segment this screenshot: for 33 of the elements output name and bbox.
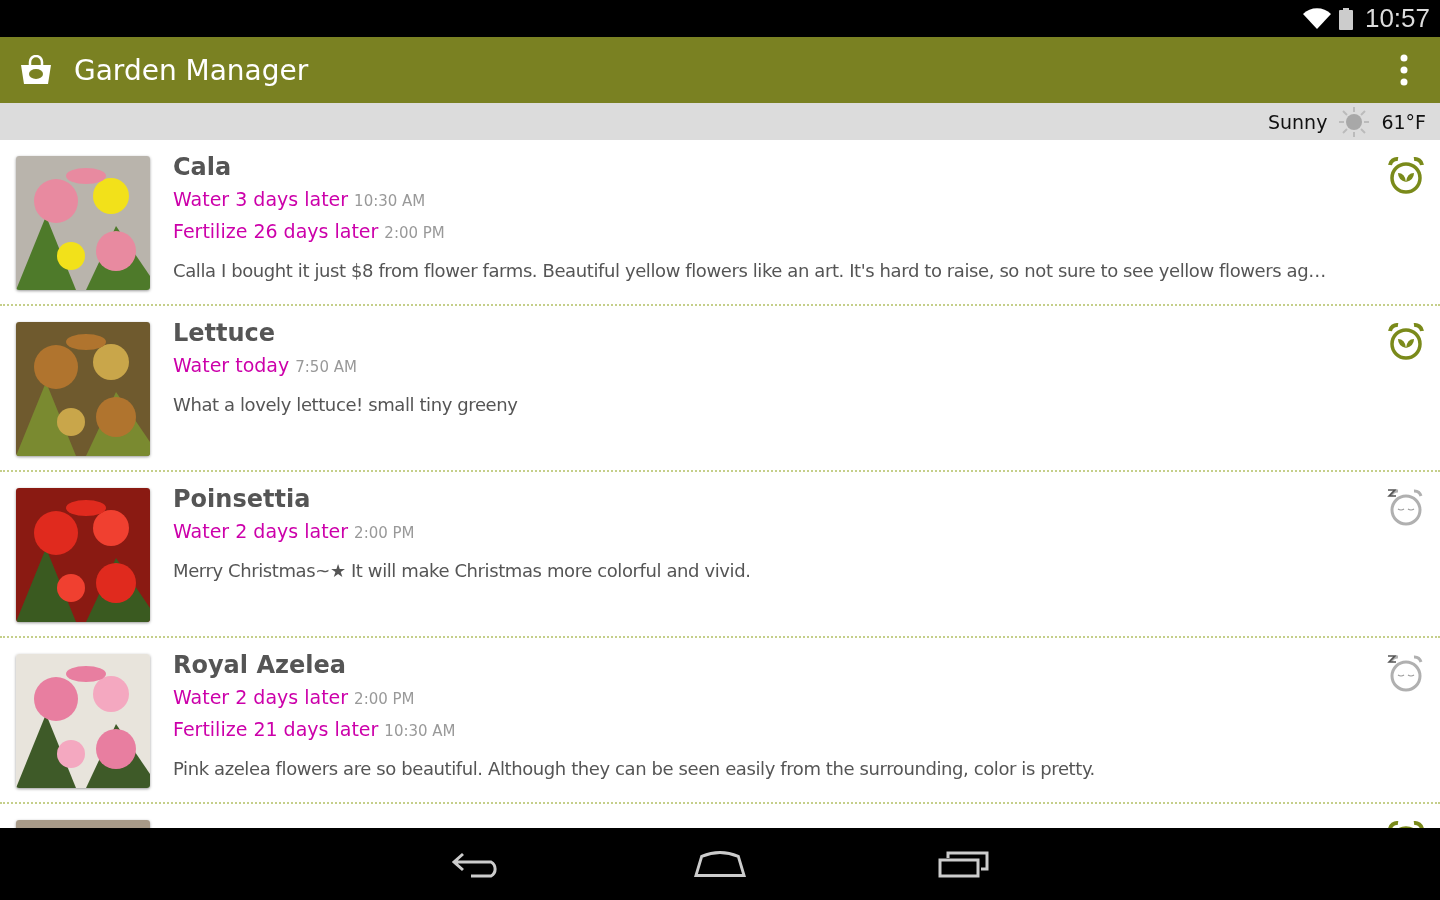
weather-condition: Sunny <box>1267 110 1328 133</box>
plant-note: What a lovely lettuce! small tiny greeny <box>173 394 518 415</box>
app-title: Garden Manager <box>74 53 310 87</box>
alarm-clock-icon[interactable] <box>1386 322 1426 362</box>
recent-apps-icon[interactable] <box>938 850 990 878</box>
sun-icon <box>1339 106 1370 137</box>
schedule-task: Water 3 days later <box>173 187 349 212</box>
schedule-time: 10:30 AM <box>354 191 426 212</box>
plant-name: Poinsettia <box>173 488 311 510</box>
plant-name: Cala <box>173 156 232 178</box>
alarm-clock-icon[interactable] <box>1386 156 1426 196</box>
plant-note: Calla I bought it just $8 from flower farms. Beautiful yellow flowers like an art. It's hard to raise, so not sure to see yellow flowers ag… <box>173 260 1326 281</box>
more-options-icon[interactable] <box>1400 54 1408 86</box>
plant-name: Lettuce <box>173 322 276 344</box>
wifi-icon <box>1302 7 1331 30</box>
basket-icon <box>20 55 52 85</box>
home-icon[interactable] <box>694 850 746 878</box>
battery-icon <box>1338 7 1353 30</box>
schedule-task: Water today <box>173 353 290 378</box>
schedule-time: 2:00 PM <box>354 689 415 710</box>
schedule-task: Fertilize 26 days later <box>173 219 379 244</box>
schedule-task: Fertilize 21 days later <box>173 717 379 742</box>
schedule-time: 7:50 AM <box>295 357 357 378</box>
plant-note: Pink azelea flowers are so beautiful. Although they can be seen easily from the surrounding, color is pretty. <box>173 758 1095 779</box>
schedule-task: Water 2 days later <box>173 519 349 544</box>
schedule-time: 10:30 AM <box>384 721 456 742</box>
plant-name: Royal Azelea <box>173 654 346 676</box>
clock: 10:57 <box>1364 3 1430 34</box>
plant-note: Merry Christmas~★ It will make Christmas more colorful and vivid. <box>173 560 751 581</box>
schedule-time: 2:00 PM <box>354 523 415 544</box>
schedule-time: 2:00 PM <box>384 223 445 244</box>
temperature: 61°F <box>1381 110 1426 133</box>
schedule-task: Water 2 days later <box>173 685 349 710</box>
